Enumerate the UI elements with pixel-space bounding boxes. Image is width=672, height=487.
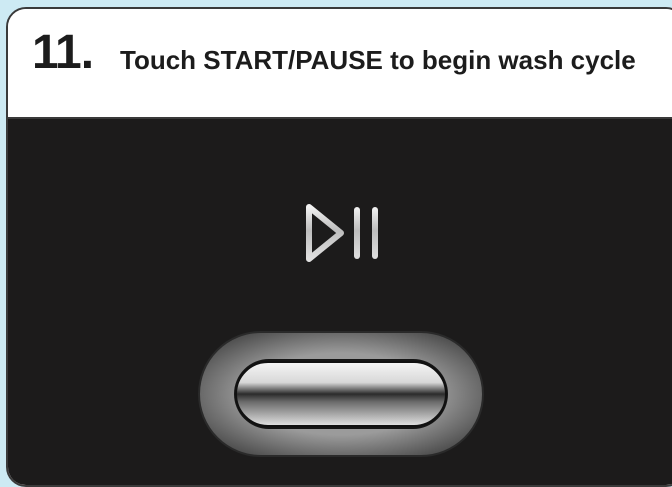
start-pause-button[interactable]: [196, 329, 486, 459]
play-pause-icon: [297, 202, 397, 262]
instruction-card: 11. Touch START/PAUSE to begin wash cycl…: [6, 7, 672, 487]
step-number: 11.: [32, 26, 94, 79]
instruction-header: 11. Touch START/PAUSE to begin wash cycl…: [8, 9, 672, 119]
step-instruction-text: Touch START/PAUSE to begin wash cycle: [120, 45, 636, 75]
control-panel: [8, 119, 672, 485]
